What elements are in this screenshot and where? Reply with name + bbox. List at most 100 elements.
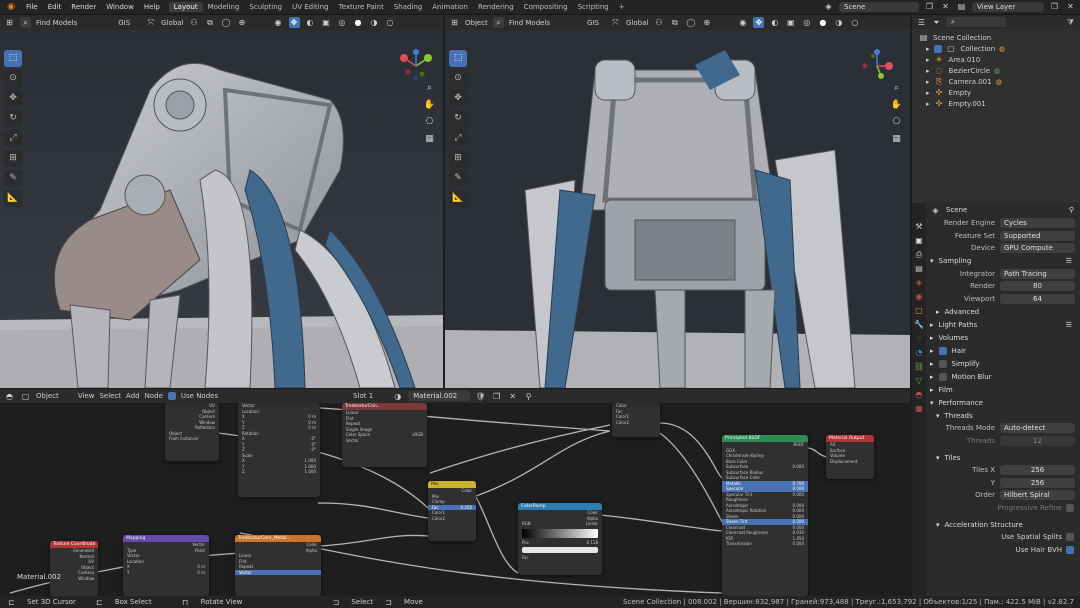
tool-tab-icon[interactable]: ⚒ [914,221,925,232]
outliner-item[interactable]: ▸ ✣ Empty [918,87,1074,98]
ortho-grid-icon[interactable]: ▦ [423,133,436,146]
device-dropdown[interactable]: GPU Compute [1000,243,1075,254]
shading-wireframe-icon[interactable]: ◎ [801,17,812,28]
right-3d-viewport[interactable]: ⬚ ⊙ ✥ ↻ ⤢ ⊞ ✎ 📐 ⌕ ✋ ⎔ ▦ [445,30,910,388]
visibility-icon[interactable]: ◉ [273,17,284,28]
view-layer-field[interactable]: View Layer [972,1,1044,12]
scene-icon[interactable]: ◈ [823,1,834,12]
close-icon[interactable]: ✕ [1065,1,1076,12]
gis-menu[interactable]: GIS [587,19,599,27]
tab-layout[interactable]: Layout [168,2,203,12]
copy-icon[interactable]: ❐ [924,1,935,12]
expand-arrow-icon[interactable]: ▸ [926,45,930,53]
view-type-icon[interactable]: ⊞ [449,17,460,28]
view-layer-tab-icon[interactable]: ▤ [914,263,925,274]
zoom-icon[interactable]: ⌕ [423,82,436,95]
pin-icon[interactable]: ⚲ [1069,206,1074,214]
pivot-icon[interactable]: ⚇ [189,17,200,28]
node-editor-canvas[interactable]: UV Object Camera Window Reflection Objec… [0,403,910,596]
render-samples-field[interactable]: 80 [1000,281,1075,292]
tab-animation[interactable]: Animation [427,2,473,12]
shading-wireframe-icon[interactable]: ◎ [337,17,348,28]
progressive-refine-row[interactable]: Progressive Refine [930,502,1080,515]
performance-section[interactable]: ▾ Performance [930,396,1080,409]
advanced-section[interactable]: ▸ Advanced [930,305,1080,318]
material-name-field[interactable]: Material.002 [408,391,471,401]
node-principled-bsdf[interactable]: Principled BSDF BSDF GGX Christensen-Bur… [722,435,808,596]
scale-tool-icon[interactable]: ⤢ [4,130,22,147]
find-models-button[interactable]: Find Models [509,19,550,27]
mode-dropdown[interactable]: Object [465,19,488,27]
copy-icon[interactable]: ❐ [1049,1,1060,12]
node-texture-coordinate-upper[interactable]: UV Object Camera Window Reflection Objec… [165,403,219,461]
use-nodes-checkbox[interactable] [167,392,176,400]
hair-section[interactable]: ▸ Hair [930,344,1080,357]
hair-checkbox[interactable] [938,346,947,355]
node-material-output[interactable]: Material Output All Surface Volume Displ… [826,435,874,479]
render-engine-dropdown[interactable]: Cycles [1000,218,1075,229]
gis-menu[interactable]: GIS [118,19,130,27]
outliner-item[interactable]: ▸ ▢ Collection ◍ [918,43,1074,54]
show-gizmo-icon[interactable]: ⊕ [237,17,248,28]
menu-add[interactable]: Add [126,392,140,400]
navigation-gizmo[interactable] [857,46,897,86]
zoom-icon[interactable]: ⌕ [890,82,903,95]
tiles-x-field[interactable]: 256 [1000,465,1075,476]
world-tab-icon[interactable]: ◉ [914,291,925,302]
close-icon[interactable]: ✕ [507,391,518,402]
orientation-dropdown[interactable]: Global [626,19,648,27]
threads-section[interactable]: ▾ Threads [930,409,1080,422]
select-tool-icon[interactable]: ⬚ [4,50,22,67]
menu-edit[interactable]: Edit [43,3,67,11]
snap-icon[interactable]: ⧉ [205,17,216,28]
include-checkbox[interactable] [933,44,942,53]
ortho-grid-icon[interactable]: ▦ [890,133,903,146]
shading-rendered-icon[interactable]: ○ [849,17,860,28]
viewport-samples-field[interactable]: 64 [1000,293,1075,304]
tiles-y-field[interactable]: 256 [1000,477,1075,488]
transform-tool-icon[interactable]: ⊞ [4,150,22,167]
show-gizmo-icon[interactable]: ⊕ [701,17,712,28]
modifier-tab-icon[interactable]: 🔧 [914,319,925,330]
filter-icon[interactable]: ⏷ [931,17,942,28]
slot-dropdown[interactable]: Slot 1 [353,392,373,400]
list-icon[interactable]: ☰ [1066,321,1072,329]
sampling-section[interactable]: ▾ Sampling ☰ [930,255,1080,268]
scene-tab-icon[interactable]: ◈ [914,277,925,288]
menu-node[interactable]: Node [145,392,163,400]
node-image-texture[interactable]: TreetexturCorn_Metal... Color Alpha Line… [235,535,321,596]
hair-bvh-row[interactable]: Use Hair BVH [930,544,1080,557]
pin-icon[interactable]: ⚲ [523,391,534,402]
fake-user-icon[interactable]: 🛡 [475,391,486,402]
measure-tool-icon[interactable]: 📐 [449,190,467,207]
move-tool-icon[interactable]: ✥ [449,90,467,107]
texture-tab-icon[interactable]: ▦ [914,403,925,414]
cursor-tool-icon[interactable]: ⊙ [4,70,22,87]
pan-hand-icon[interactable]: ✋ [423,99,436,112]
blender-logo-icon[interactable]: ◉ [4,2,18,13]
list-icon[interactable]: ☰ [1066,257,1072,265]
progressive-refine-checkbox[interactable] [1066,503,1074,512]
film-section[interactable]: ▸ Film [930,383,1080,396]
shading-material-icon[interactable]: ◑ [369,17,380,28]
object-tab-icon[interactable]: ▢ [914,305,925,316]
order-dropdown[interactable]: Hilbert Spiral [1000,490,1075,501]
material-tab-icon[interactable]: ◓ [914,389,925,400]
find-models-icon[interactable]: ⌕ [20,17,31,28]
tab-modeling[interactable]: Modeling [203,2,245,12]
outliner-item[interactable]: ▸ ⎘ Camera.001 ◍ [918,76,1074,87]
view-layer-icon[interactable]: ▤ [956,1,967,12]
feature-set-dropdown[interactable]: Supported [1000,230,1075,241]
output-tab-icon[interactable]: ⎙ [914,249,925,260]
simplify-checkbox[interactable] [938,359,947,368]
shading-solid-icon[interactable]: ● [353,17,364,28]
cursor-tool-icon[interactable]: ⊙ [449,70,467,87]
pan-hand-icon[interactable]: ✋ [890,99,903,112]
navigation-gizmo[interactable] [396,46,436,86]
node-mapping-upper[interactable]: Vector Location X0 m Y0 m Z0 m Rotation … [238,403,320,497]
menu-file[interactable]: File [21,3,43,11]
light-paths-section[interactable]: ▸ Light Paths ☰ [930,318,1080,331]
add-workspace-button[interactable]: + [614,2,630,12]
gizmo-toggle-icon[interactable]: ✥ [753,17,765,28]
editor-type-icon[interactable]: ◓ [4,391,15,402]
